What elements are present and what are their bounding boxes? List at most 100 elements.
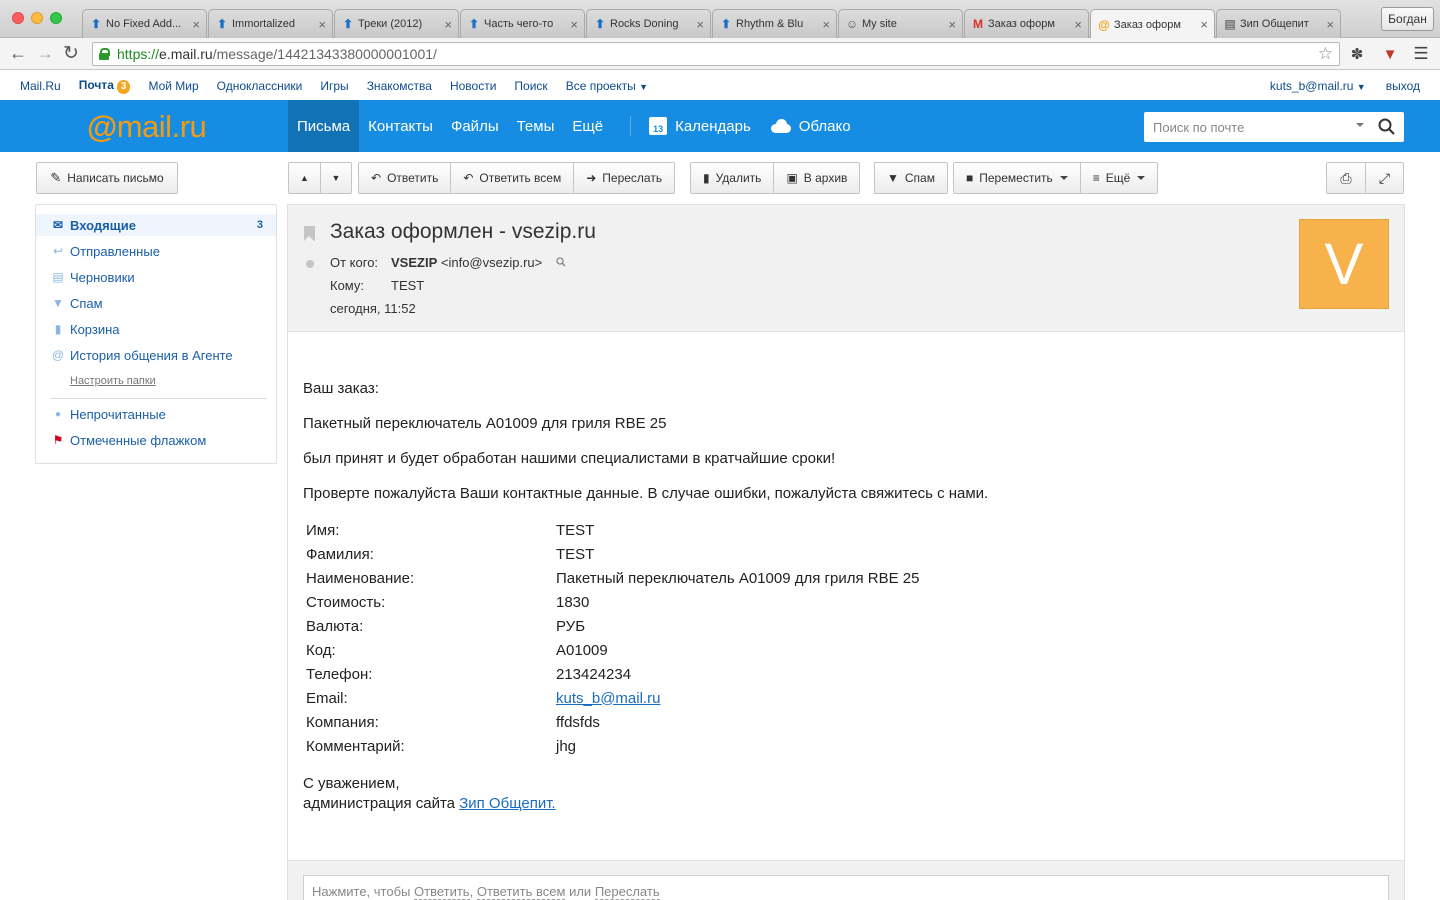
- email-link[interactable]: kuts_b@mail.ru: [556, 690, 660, 707]
- archive-button[interactable]: ▣ В архив: [773, 162, 861, 194]
- browser-tab[interactable]: ☺ My site ×: [838, 9, 963, 38]
- quick-reply-box[interactable]: Нажмите, чтобы Ответить, Ответить всем и…: [303, 875, 1389, 900]
- setup-folders-link[interactable]: Настроить папки: [70, 375, 156, 387]
- folder-trash-label: Корзина: [70, 321, 120, 337]
- close-tab-icon[interactable]: ×: [444, 17, 452, 32]
- detail-key: Валюта:: [306, 617, 364, 635]
- portal-link-games[interactable]: Игры: [320, 79, 348, 93]
- close-tab-icon[interactable]: ×: [1200, 17, 1208, 32]
- nav-files[interactable]: Файлы: [442, 100, 508, 152]
- quick-reply-area: Нажмите, чтобы Ответить, Ответить всем и…: [288, 860, 1404, 900]
- portal-link-mail[interactable]: Почта 3: [79, 78, 131, 94]
- signature-regards: С уважением,: [303, 775, 400, 792]
- search-sender-icon[interactable]: [556, 257, 566, 267]
- cloud-icon: [769, 119, 793, 133]
- fullscreen-button[interactable]: ⤢: [1365, 162, 1404, 194]
- portal-link-all-projects[interactable]: Все проекты ▼: [566, 79, 648, 93]
- prev-message-button[interactable]: ▲: [288, 162, 321, 194]
- folder-list: ✉ Входящие 3 ↩ Отправленные ▤ Черновики …: [35, 204, 277, 464]
- zoom-window-button[interactable]: [50, 12, 62, 24]
- bookmark-star-icon[interactable]: ☆: [1318, 44, 1333, 64]
- delete-button[interactable]: ▮ Удалить: [690, 162, 775, 194]
- portal-link-dating[interactable]: Знакомства: [367, 79, 432, 93]
- message-view: Заказ оформлен - vsezip.ru От кого: VSEZI…: [287, 204, 1405, 900]
- browser-tab[interactable]: ⬆ Треки (2012) ×: [334, 9, 459, 38]
- browser-tab[interactable]: @ Заказ оформ ×: [1090, 9, 1215, 39]
- folder-icon: ■: [966, 171, 974, 185]
- search-input[interactable]: [1153, 113, 1353, 141]
- portal-link-myworld[interactable]: Мой Мир: [148, 79, 198, 93]
- nav-more[interactable]: Ещё: [563, 100, 612, 152]
- sender-email[interactable]: <info@vsezip.ru>: [441, 255, 542, 270]
- user-email-menu[interactable]: kuts_b@mail.ru ▼: [1270, 79, 1366, 93]
- sender-name[interactable]: VSEZIP: [391, 255, 437, 270]
- folder-trash[interactable]: ▮ Корзина: [51, 318, 271, 340]
- folder-spam[interactable]: ▼ Спам: [51, 292, 271, 314]
- folder-inbox[interactable]: ✉ Входящие 3: [36, 214, 276, 236]
- nav-letters[interactable]: Письма: [288, 100, 360, 152]
- browser-tab[interactable]: ⬆ Rhythm & Blu ×: [712, 9, 837, 38]
- recipient[interactable]: TEST: [391, 278, 424, 293]
- search-icon[interactable]: [1378, 118, 1395, 135]
- close-tab-icon[interactable]: ×: [948, 17, 956, 32]
- print-button[interactable]: ⎙: [1326, 162, 1366, 194]
- quick-reply-all-link[interactable]: Ответить всем: [476, 884, 566, 900]
- browser-tab[interactable]: ▤ Зип Общепит ×: [1216, 9, 1341, 38]
- move-group: ■ Переместить ≡ Ещё: [953, 162, 1159, 194]
- more-actions-button[interactable]: ≡ Ещё: [1079, 162, 1159, 194]
- forward-button[interactable]: ➜ Переслать: [573, 162, 676, 194]
- browser-tab[interactable]: ⬆ Rocks Doning ×: [586, 9, 711, 38]
- portal-link-ok[interactable]: Одноклассники: [217, 79, 303, 93]
- browser-tab[interactable]: M Заказ оформ ×: [964, 9, 1089, 38]
- profile-button[interactable]: Богдан: [1381, 7, 1434, 31]
- folder-agent-history[interactable]: @ История общения в Агенте: [51, 344, 271, 366]
- minimize-window-button[interactable]: [31, 12, 43, 24]
- nav-themes[interactable]: Темы: [508, 100, 564, 152]
- quick-reply-link[interactable]: Ответить: [414, 884, 470, 900]
- close-tab-icon[interactable]: ×: [318, 17, 326, 32]
- next-message-button[interactable]: ▼: [320, 162, 352, 194]
- pocket-icon[interactable]: ▼: [1380, 44, 1400, 64]
- site-link[interactable]: Зип Общепит.: [459, 795, 555, 812]
- detail-key: Код:: [306, 641, 336, 659]
- nav-contacts[interactable]: Контакты: [359, 100, 442, 152]
- bookmark-flag-icon[interactable]: [304, 226, 315, 241]
- logout-link[interactable]: выход: [1386, 79, 1420, 93]
- close-tab-icon[interactable]: ×: [192, 17, 200, 32]
- compose-button[interactable]: ✎ Написать письмо: [36, 162, 178, 194]
- mailru-logo[interactable]: @mail.ru: [87, 109, 207, 145]
- portal-link-news[interactable]: Новости: [450, 79, 496, 93]
- read-status-dot-icon[interactable]: [306, 260, 314, 268]
- folder-agent-label: История общения в Агенте: [70, 347, 233, 363]
- browser-tab[interactable]: ⬆ No Fixed Add... ×: [82, 9, 207, 38]
- close-tab-icon[interactable]: ×: [1074, 17, 1082, 32]
- folder-drafts[interactable]: ▤ Черновики: [51, 266, 271, 288]
- portal-link-mailru[interactable]: Mail.Ru: [20, 79, 61, 93]
- reply-button[interactable]: ↶ Ответить: [358, 162, 452, 194]
- move-button[interactable]: ■ Переместить: [953, 162, 1081, 194]
- url-input[interactable]: https://e.mail.ru/message/14421343380000…: [92, 42, 1340, 66]
- quick-forward-link[interactable]: Переслать: [594, 884, 660, 900]
- search-options-caret-icon[interactable]: [1356, 123, 1364, 127]
- close-tab-icon[interactable]: ×: [822, 17, 830, 32]
- filter-unread[interactable]: ● Непрочитанные: [51, 403, 271, 425]
- forward-icon[interactable]: →: [36, 43, 54, 64]
- reload-icon[interactable]: ↻: [63, 42, 79, 65]
- portal-link-search[interactable]: Поиск: [514, 79, 547, 93]
- extension-icon[interactable]: ✽: [1347, 44, 1367, 64]
- folder-sent[interactable]: ↩ Отправленные: [51, 240, 271, 262]
- filter-flagged[interactable]: ⚑ Отмеченные флажком: [51, 429, 271, 451]
- nav-cloud[interactable]: Облако: [760, 100, 860, 152]
- close-tab-icon[interactable]: ×: [570, 17, 578, 32]
- close-window-button[interactable]: [12, 12, 24, 24]
- close-tab-icon[interactable]: ×: [696, 17, 704, 32]
- reply-all-button[interactable]: ↶ Ответить всем: [450, 162, 575, 194]
- close-tab-icon[interactable]: ×: [1326, 17, 1334, 32]
- spam-button[interactable]: ▼ Спам: [874, 162, 948, 194]
- back-icon[interactable]: ←: [9, 43, 27, 64]
- nav-calendar[interactable]: 13 Календарь: [649, 100, 760, 152]
- detail-value: A01009: [556, 641, 608, 659]
- browser-tab[interactable]: ⬆ Часть чего-то ×: [460, 9, 585, 38]
- browser-tab[interactable]: ⬆ Immortalized ×: [208, 9, 333, 38]
- menu-icon[interactable]: ☰: [1411, 44, 1431, 64]
